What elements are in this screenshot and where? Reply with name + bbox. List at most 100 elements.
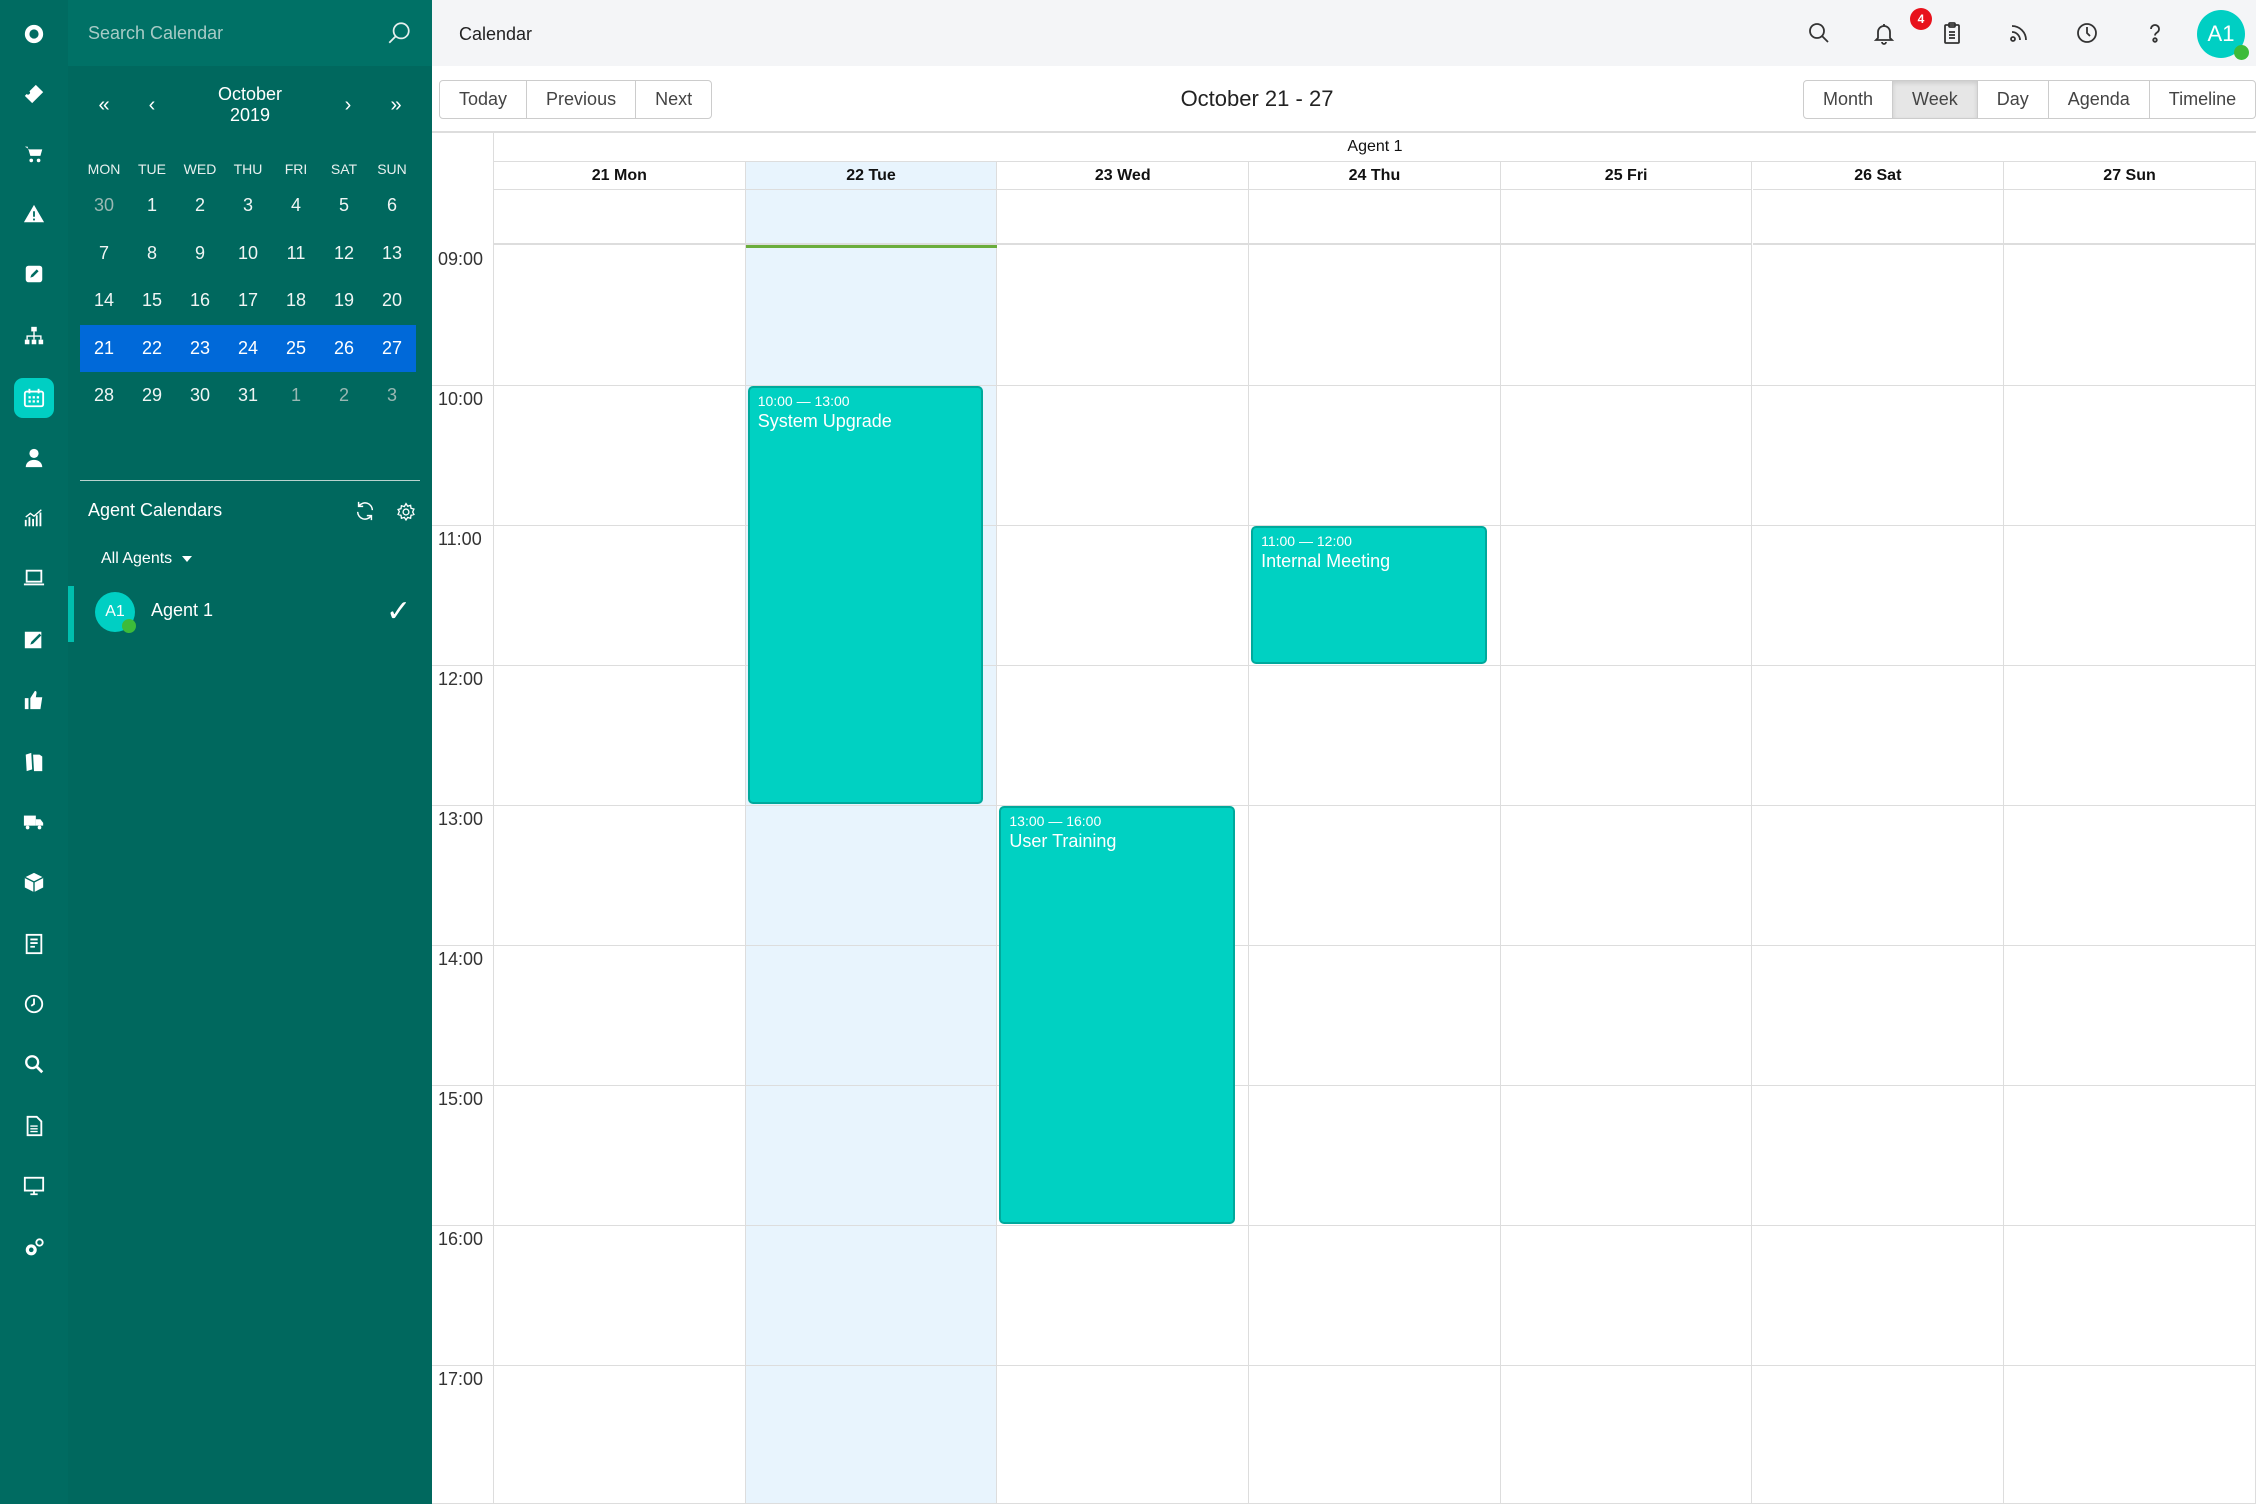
rss-icon[interactable] bbox=[2005, 19, 2033, 47]
mini-calendar-day[interactable]: 1 bbox=[128, 195, 176, 216]
view-month-button[interactable]: Month bbox=[1804, 81, 1894, 118]
mini-calendar-day[interactable]: 25 bbox=[272, 338, 320, 359]
mini-calendar-day[interactable]: 13 bbox=[368, 243, 416, 264]
view-agenda-button[interactable]: Agenda bbox=[2049, 81, 2150, 118]
refresh-icon[interactable] bbox=[354, 500, 376, 522]
day-column[interactable] bbox=[494, 245, 746, 1504]
checkmark-icon[interactable]: ✓ bbox=[386, 594, 411, 629]
mini-calendar-day[interactable]: 27 bbox=[368, 338, 416, 359]
mini-calendar-day[interactable]: 8 bbox=[128, 243, 176, 264]
day-header[interactable]: 24 Thu bbox=[1249, 162, 1501, 190]
mini-calendar-day[interactable]: 18 bbox=[272, 290, 320, 311]
search-icon[interactable] bbox=[1805, 19, 1833, 47]
rail-monitor-button[interactable] bbox=[14, 1166, 54, 1206]
mini-calendar-day[interactable]: 20 bbox=[368, 290, 416, 311]
mini-calendar-day[interactable]: 5 bbox=[320, 195, 368, 216]
mini-calendar-day[interactable]: 22 bbox=[128, 338, 176, 359]
rail-calendar-button[interactable] bbox=[14, 378, 54, 418]
rail-edit-button[interactable] bbox=[14, 254, 54, 294]
all-day-cell[interactable] bbox=[997, 190, 1250, 245]
mini-calendar-day[interactable]: 30 bbox=[176, 385, 224, 406]
all-day-cell[interactable] bbox=[1500, 190, 1753, 245]
rail-thumbs-up-button[interactable] bbox=[14, 680, 54, 720]
clock-icon[interactable] bbox=[2073, 19, 2101, 47]
mini-calendar-day[interactable]: 26 bbox=[320, 338, 368, 359]
mini-calendar-day[interactable]: 28 bbox=[80, 385, 128, 406]
today-button[interactable]: Today bbox=[440, 81, 528, 118]
mini-calendar-day[interactable]: 19 bbox=[320, 290, 368, 311]
mini-calendar-day[interactable]: 12 bbox=[320, 243, 368, 264]
clipboard-icon[interactable] bbox=[1938, 19, 1966, 47]
previous-button[interactable]: Previous bbox=[527, 81, 637, 118]
all-day-cell[interactable] bbox=[1752, 190, 2005, 245]
rail-notes-button[interactable] bbox=[14, 620, 54, 660]
rail-report-button[interactable] bbox=[14, 924, 54, 964]
mini-calendar-day[interactable]: 14 bbox=[80, 290, 128, 311]
all-day-cell[interactable] bbox=[494, 190, 746, 245]
rail-settings-button[interactable] bbox=[14, 1228, 54, 1268]
next-button[interactable]: Next bbox=[636, 81, 711, 118]
mini-calendar-day[interactable]: 23 bbox=[176, 338, 224, 359]
rail-books-button[interactable] bbox=[14, 742, 54, 782]
mini-calendar-day[interactable]: 30 bbox=[80, 195, 128, 216]
day-column[interactable] bbox=[1501, 245, 1753, 1504]
agent-filter-dropdown[interactable]: All Agents bbox=[101, 550, 193, 568]
rail-clock-button[interactable] bbox=[14, 984, 54, 1024]
mini-calendar-day[interactable]: 3 bbox=[224, 195, 272, 216]
user-avatar[interactable]: A1 bbox=[2197, 10, 2249, 60]
rail-document-button[interactable] bbox=[14, 1106, 54, 1146]
calendar-event[interactable]: 10:00 — 13:00 System Upgrade bbox=[747, 386, 984, 804]
prev-year-button[interactable]: « bbox=[80, 94, 128, 117]
search-icon[interactable] bbox=[386, 20, 412, 46]
day-column[interactable] bbox=[1753, 245, 2005, 1504]
mini-calendar-day[interactable]: 9 bbox=[176, 243, 224, 264]
mini-calendar-day[interactable]: 2 bbox=[176, 195, 224, 216]
day-header[interactable]: 27 Sun bbox=[2004, 162, 2256, 190]
day-header[interactable]: 26 Sat bbox=[1752, 162, 2005, 190]
rail-search-button[interactable] bbox=[14, 1044, 54, 1084]
rail-agent-button[interactable] bbox=[14, 438, 54, 478]
mini-calendar-day[interactable]: 24 bbox=[224, 338, 272, 359]
mini-calendar-day[interactable]: 2 bbox=[320, 385, 368, 406]
rail-warning-button[interactable] bbox=[14, 194, 54, 234]
mini-calendar-day[interactable]: 4 bbox=[272, 195, 320, 216]
calendar-event[interactable]: 13:00 — 16:00 User Training bbox=[999, 806, 1236, 1224]
rail-truck-button[interactable] bbox=[14, 802, 54, 842]
rail-package-button[interactable] bbox=[14, 862, 54, 902]
day-column[interactable] bbox=[1249, 245, 1501, 1504]
rail-logo-button[interactable] bbox=[14, 14, 54, 54]
search-calendar-input[interactable] bbox=[88, 22, 386, 44]
mini-calendar-day[interactable]: 1 bbox=[272, 385, 320, 406]
mini-calendar-day[interactable]: 17 bbox=[224, 290, 272, 311]
rail-cart-button[interactable] bbox=[14, 134, 54, 174]
mini-calendar-day[interactable]: 15 bbox=[128, 290, 176, 311]
view-week-button[interactable]: Week bbox=[1893, 81, 1978, 118]
next-year-button[interactable]: » bbox=[372, 94, 420, 117]
bell-icon[interactable] bbox=[1870, 19, 1898, 47]
rail-analytics-button[interactable] bbox=[14, 498, 54, 538]
calendar-event[interactable]: 11:00 — 12:00 Internal Meeting bbox=[1251, 526, 1487, 664]
mini-calendar-day[interactable]: 16 bbox=[176, 290, 224, 311]
agent-list-item[interactable]: A1 Agent 1 ✓ bbox=[68, 586, 432, 642]
mini-calendar-title[interactable]: October 2019 bbox=[176, 84, 324, 126]
mini-calendar-day[interactable]: 31 bbox=[224, 385, 272, 406]
mini-calendar-day[interactable]: 21 bbox=[80, 338, 128, 359]
rail-ticket-button[interactable] bbox=[14, 74, 54, 114]
mini-calendar-day[interactable]: 29 bbox=[128, 385, 176, 406]
day-header[interactable]: 25 Fri bbox=[1500, 162, 1753, 190]
day-header[interactable]: 23 Wed bbox=[997, 162, 1250, 190]
all-day-cell[interactable] bbox=[745, 190, 998, 245]
all-day-cell[interactable] bbox=[1249, 190, 1501, 245]
rail-org-chart-button[interactable] bbox=[14, 316, 54, 356]
rail-laptop-button[interactable] bbox=[14, 558, 54, 598]
day-column[interactable] bbox=[2004, 245, 2256, 1504]
prev-month-button[interactable]: ‹ bbox=[128, 94, 176, 117]
view-timeline-button[interactable]: Timeline bbox=[2150, 81, 2255, 118]
help-icon[interactable] bbox=[2141, 19, 2169, 47]
day-header[interactable]: 22 Tue bbox=[745, 162, 998, 190]
mini-calendar-day[interactable]: 10 bbox=[224, 243, 272, 264]
mini-calendar-day[interactable]: 3 bbox=[368, 385, 416, 406]
mini-calendar-day[interactable]: 7 bbox=[80, 243, 128, 264]
all-day-cell[interactable] bbox=[2004, 190, 2256, 245]
view-day-button[interactable]: Day bbox=[1978, 81, 2049, 118]
